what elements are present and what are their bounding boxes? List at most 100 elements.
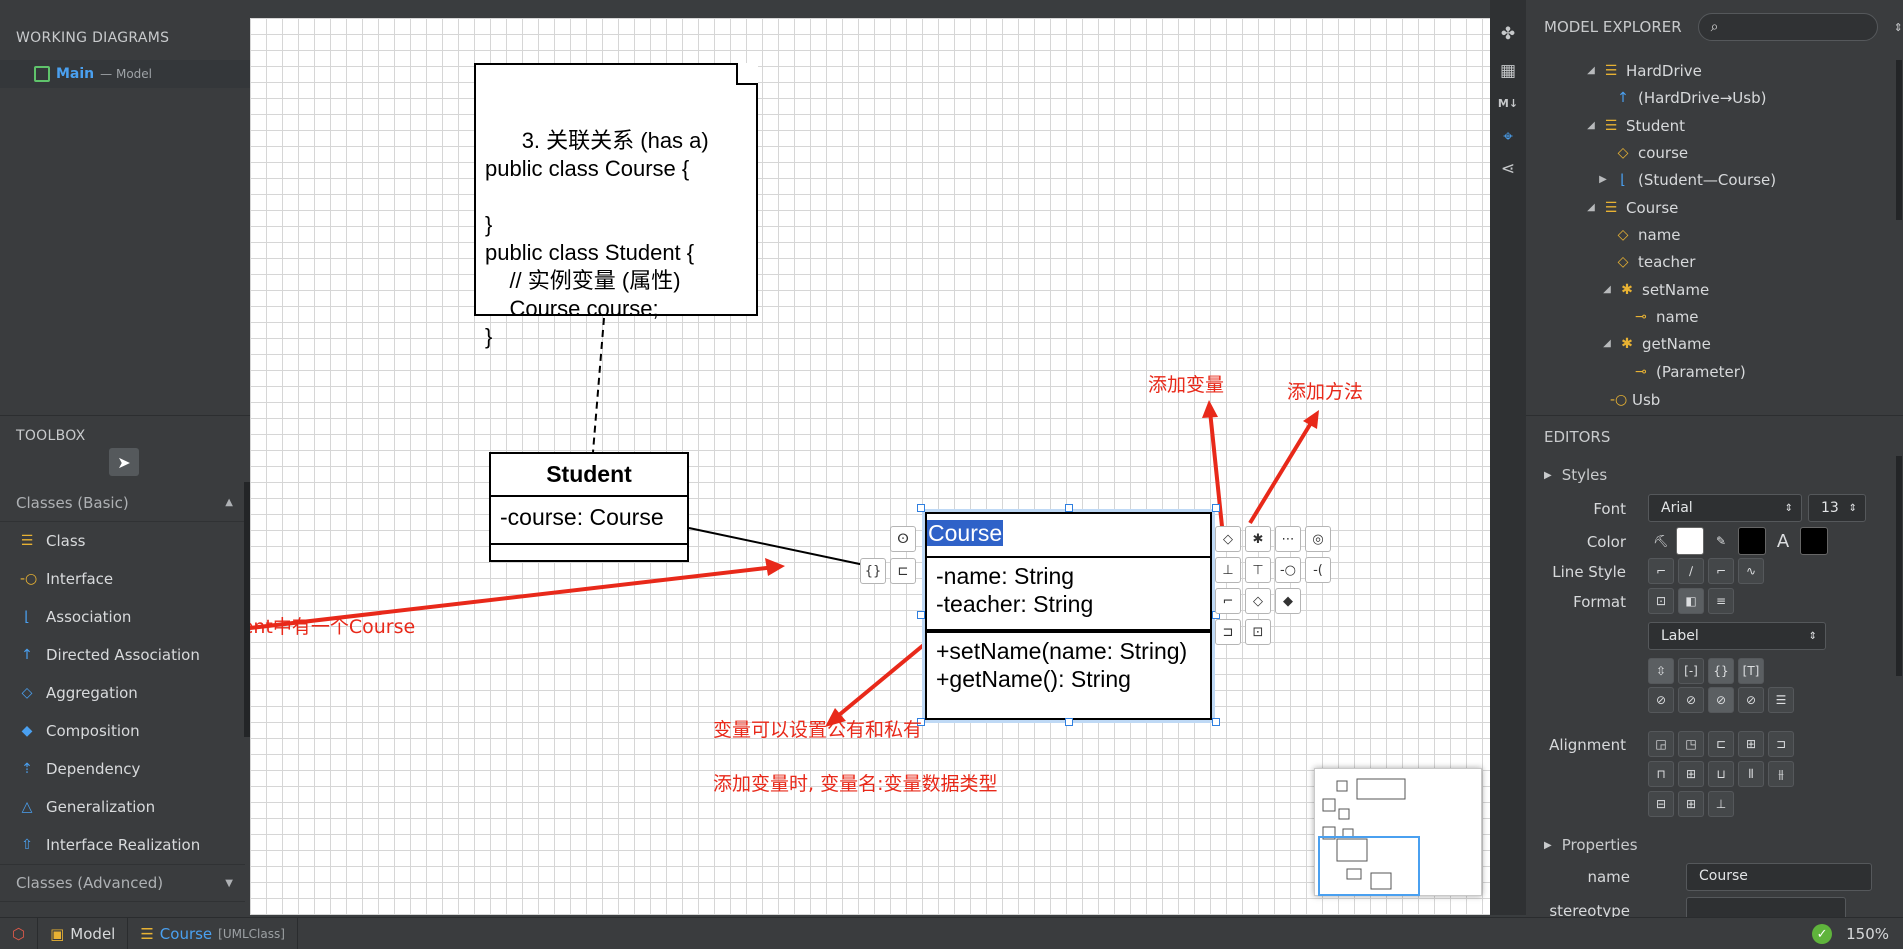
- toolbox-item-association[interactable]: ⌊ Association: [0, 598, 245, 636]
- tree-row-student-course[interactable]: ▶ ⌊ (Student—Course): [1598, 166, 1776, 193]
- line-color-icon[interactable]: ✎: [1708, 528, 1734, 554]
- font-color-swatch[interactable]: [1800, 527, 1828, 555]
- add-associated-class-button[interactable]: ⌐: [1215, 588, 1241, 614]
- class-name-editor[interactable]: Course: [927, 514, 1210, 558]
- tree-row-harddrive-usb[interactable]: ↑ (HardDrive→Usb): [1616, 84, 1766, 111]
- fill-color-swatch[interactable]: [1676, 527, 1704, 555]
- markdown-icon[interactable]: M↓: [1497, 93, 1519, 115]
- format-select[interactable]: Label ⇕: [1648, 622, 1826, 650]
- toolbox-item-generalization[interactable]: △ Generalization: [0, 788, 245, 826]
- word-wrap-icon[interactable]: ≡: [1708, 588, 1734, 614]
- add-aggregated-class-button[interactable]: ◇: [1245, 588, 1271, 614]
- align-center-icon[interactable]: ⊞: [1738, 731, 1764, 757]
- add-operation-button[interactable]: ✱: [1245, 526, 1271, 552]
- share-icon[interactable]: ⋖: [1497, 158, 1519, 180]
- name-input[interactable]: Course: [1686, 863, 1872, 891]
- toolbox-item-composition[interactable]: ◆ Composition: [0, 712, 245, 750]
- tree-row-usb[interactable]: -○ Usb: [1610, 386, 1660, 413]
- resize-handle[interactable]: [1065, 718, 1073, 726]
- add-reception-button[interactable]: ⋯: [1275, 526, 1301, 552]
- explorer-scrollbar[interactable]: [1896, 60, 1902, 220]
- tree-row-course-attr[interactable]: ◇ course: [1616, 139, 1689, 166]
- font-color-icon[interactable]: A: [1770, 528, 1796, 554]
- suppress-operations-icon[interactable]: ⊘: [1678, 687, 1704, 713]
- font-family-select[interactable]: Arial ⇕: [1648, 494, 1802, 522]
- working-diagram-main[interactable]: Main — Model: [0, 60, 250, 88]
- diagram-minimap[interactable]: [1314, 768, 1482, 896]
- diagram-canvas[interactable]: 3. 关联关系 (has a) public class Course { } …: [250, 18, 1490, 915]
- stereotype-display-icon[interactable]: ⇳: [1648, 658, 1674, 684]
- show-operation-signature-icon[interactable]: ⊘: [1738, 687, 1764, 713]
- uml-class-course[interactable]: Course -name: String -teacher: String +s…: [922, 509, 1215, 723]
- toolbox-section-basic[interactable]: Classes (Basic) ▲: [0, 484, 245, 522]
- rectilinear-line-icon[interactable]: ⌐: [1648, 558, 1674, 584]
- bring-to-front-icon[interactable]: ◲: [1648, 731, 1674, 757]
- crosshair-icon[interactable]: ⌖: [1497, 126, 1519, 148]
- add-interface-button[interactable]: -○: [1275, 557, 1301, 583]
- explorer-search-input[interactable]: ⌕: [1697, 13, 1878, 41]
- toolbox-item-class[interactable]: ☰ Class: [0, 522, 245, 560]
- tree-row-harddrive[interactable]: ◢ ☰ HardDrive: [1586, 57, 1702, 84]
- tree-row-name-attr[interactable]: ◇ name: [1616, 221, 1681, 248]
- tree-row-name-param[interactable]: ⊸ name: [1634, 303, 1698, 330]
- add-port-button[interactable]: ⊡: [1245, 619, 1271, 645]
- resize-handle[interactable]: [1212, 718, 1220, 726]
- font-size-select[interactable]: 13 ⇕: [1808, 494, 1866, 522]
- toolbox-section-advanced[interactable]: Classes (Advanced) ▼: [0, 864, 245, 902]
- add-superclass-button[interactable]: ⊥: [1215, 557, 1241, 583]
- properties-section[interactable]: ▶ Properties: [1544, 836, 1638, 854]
- add-template-button[interactable]: {}: [860, 558, 886, 584]
- curve-line-icon[interactable]: ∿: [1738, 558, 1764, 584]
- add-attribute-button[interactable]: ◇: [1215, 526, 1241, 552]
- resize-handle[interactable]: [917, 611, 925, 619]
- resize-handle[interactable]: [1065, 504, 1073, 512]
- align-top-icon[interactable]: ⊓: [1648, 761, 1674, 787]
- send-to-back-icon[interactable]: ◳: [1678, 731, 1704, 757]
- extensions-icon[interactable]: ✤: [1497, 23, 1519, 45]
- add-composited-class-button[interactable]: ◆: [1275, 588, 1301, 614]
- uml-class-student[interactable]: Student -course: Course: [489, 452, 689, 562]
- pointer-tool-button[interactable]: ➤: [109, 448, 139, 476]
- tree-row-student[interactable]: ◢ ☰ Student: [1586, 112, 1685, 139]
- add-dependency-button[interactable]: ⊐: [1215, 619, 1241, 645]
- suppress-receptions-icon[interactable]: ⊘: [1708, 687, 1734, 713]
- toolbox-item-interface[interactable]: -○ Interface: [0, 560, 245, 598]
- toolbox-item-directed-association[interactable]: ↑ Directed Association: [0, 636, 245, 674]
- status-project[interactable]: ⬡: [0, 917, 39, 949]
- shadow-icon[interactable]: ◧: [1678, 588, 1704, 614]
- align-left-icon[interactable]: ⊏: [1708, 731, 1734, 757]
- toolbox-item-dependency[interactable]: ⇡ Dependency: [0, 750, 245, 788]
- tree-row-course[interactable]: ◢ ☰ Course: [1586, 194, 1678, 221]
- align-right-icon[interactable]: ⊐: [1768, 731, 1794, 757]
- set-height-equally-icon[interactable]: ⊞: [1678, 791, 1704, 817]
- line-color-swatch[interactable]: [1738, 527, 1766, 555]
- suppress-attributes-icon[interactable]: ⊘: [1648, 687, 1674, 713]
- add-stereotype-button[interactable]: ⵙ: [890, 526, 916, 552]
- space-equally-horizontal-icon[interactable]: ⫴: [1738, 761, 1764, 787]
- styles-section[interactable]: ▶ Styles: [1544, 466, 1607, 484]
- auto-resize-icon[interactable]: ⊡: [1648, 588, 1674, 614]
- validation-ok-icon[interactable]: ✓: [1812, 924, 1833, 944]
- sort-icon[interactable]: ⇕: [1894, 21, 1903, 34]
- editors-scrollbar[interactable]: [1896, 456, 1902, 676]
- resize-handle[interactable]: [1212, 504, 1220, 512]
- layout-icon[interactable]: ▦: [1497, 60, 1519, 82]
- visibility-toggle-icon[interactable]: [-]: [1678, 658, 1704, 684]
- tree-row-setname[interactable]: ◢ ✱ setName: [1602, 276, 1709, 303]
- add-subclass-button[interactable]: ⊤: [1245, 557, 1271, 583]
- space-equally-vertical-icon[interactable]: ⫵: [1768, 761, 1794, 787]
- rounded-line-icon[interactable]: ⌐: [1708, 558, 1734, 584]
- set-size-equally-icon[interactable]: ⊥: [1708, 791, 1734, 817]
- add-required-interface-button[interactable]: -(: [1305, 557, 1331, 583]
- tree-row-getname[interactable]: ◢ ✱ getName: [1602, 330, 1711, 357]
- show-property-icon[interactable]: [T]: [1738, 658, 1764, 684]
- status-model[interactable]: ▣ Model: [38, 917, 129, 949]
- stereotype-input[interactable]: [1686, 897, 1846, 917]
- align-bottom-icon[interactable]: ⊔: [1708, 761, 1734, 787]
- align-middle-icon[interactable]: ⊞: [1678, 761, 1704, 787]
- show-namespace-icon[interactable]: {}: [1708, 658, 1734, 684]
- zoom-level[interactable]: 150%: [1846, 925, 1903, 943]
- show-compartment-icon[interactable]: ☰: [1768, 687, 1794, 713]
- toolbox-item-interface-realization[interactable]: ⇧ Interface Realization: [0, 826, 245, 864]
- toolbox-item-aggregation[interactable]: ◇ Aggregation: [0, 674, 245, 712]
